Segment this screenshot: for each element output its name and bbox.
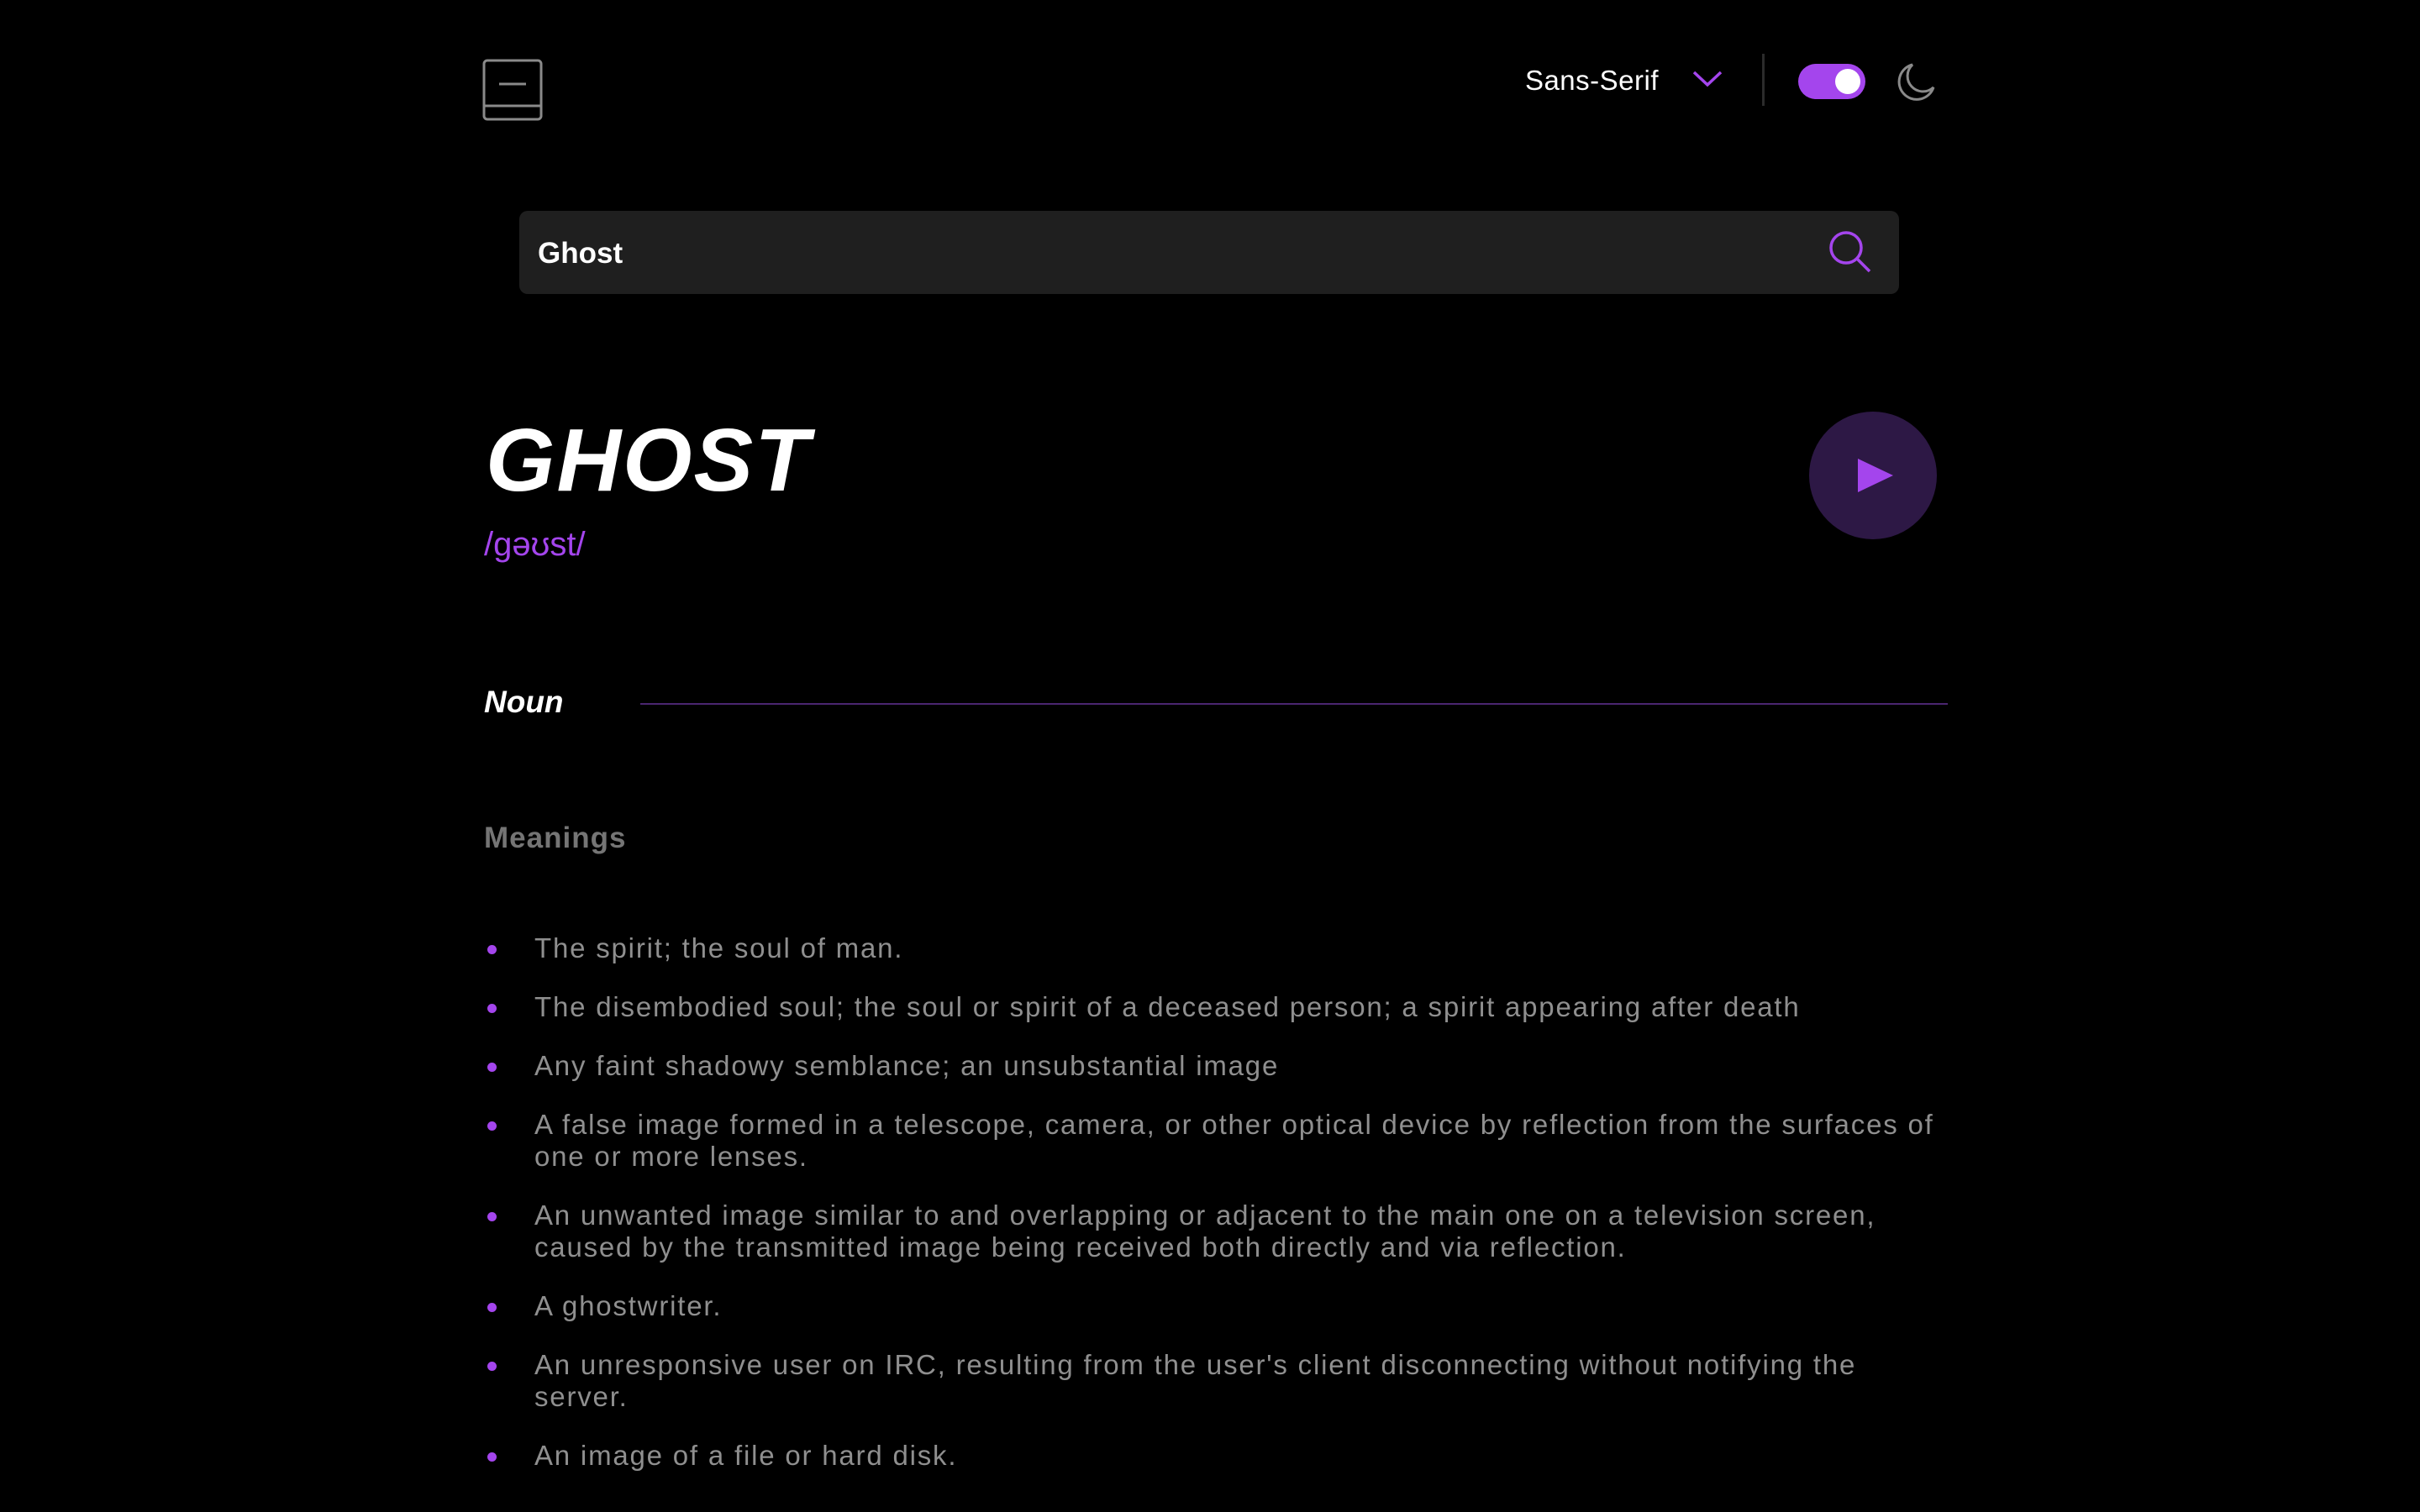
moon-icon[interactable]	[1897, 62, 1936, 101]
part-of-speech: Noun	[484, 685, 564, 719]
meaning-item: A ghostwriter.	[484, 1290, 1946, 1322]
header-divider	[1762, 54, 1765, 106]
bullet-icon	[487, 1121, 497, 1131]
meanings-heading: Meanings	[484, 822, 627, 854]
meaning-item: A false image formed in a telescope, cam…	[484, 1109, 1946, 1173]
bullet-icon	[487, 1063, 497, 1072]
play-icon	[1858, 459, 1893, 492]
play-button[interactable]	[1809, 412, 1937, 539]
bullet-icon	[487, 1362, 497, 1371]
section-divider	[640, 703, 1948, 705]
meaning-item: The disembodied soul; the soul or spirit…	[484, 991, 1946, 1023]
meaning-item: The spirit; the soul of man.	[484, 932, 1946, 964]
word-title: GHOST	[486, 411, 811, 510]
font-selector[interactable]: Sans-Serif	[1525, 59, 1723, 102]
meaning-item: An image of a file or hard disk.	[484, 1440, 1946, 1472]
meaning-item: Any faint shadowy semblance; an unsubsta…	[484, 1050, 1946, 1082]
book-icon[interactable]	[482, 59, 544, 123]
font-selector-label: Sans-Serif	[1524, 65, 1659, 96]
search-box	[519, 211, 1899, 296]
bullet-icon	[487, 945, 497, 954]
theme-toggle[interactable]	[1798, 64, 1865, 99]
search-icon[interactable]	[1828, 229, 1873, 275]
meaning-item: An unresponsive user on IRC, resulting f…	[484, 1349, 1946, 1413]
bullet-icon	[487, 1452, 497, 1462]
meanings-list: The spirit; the soul of man. The disembo…	[484, 932, 1946, 1499]
bullet-icon	[487, 1212, 497, 1221]
phonetic: /ɡəʊst/	[484, 526, 586, 563]
bullet-icon	[487, 1004, 497, 1013]
toggle-knob	[1835, 69, 1860, 94]
chevron-down-icon	[1692, 71, 1723, 92]
meaning-item: An unwanted image similar to and overlap…	[484, 1200, 1946, 1263]
bullet-icon	[487, 1303, 497, 1312]
search-input[interactable]	[536, 211, 1800, 296]
